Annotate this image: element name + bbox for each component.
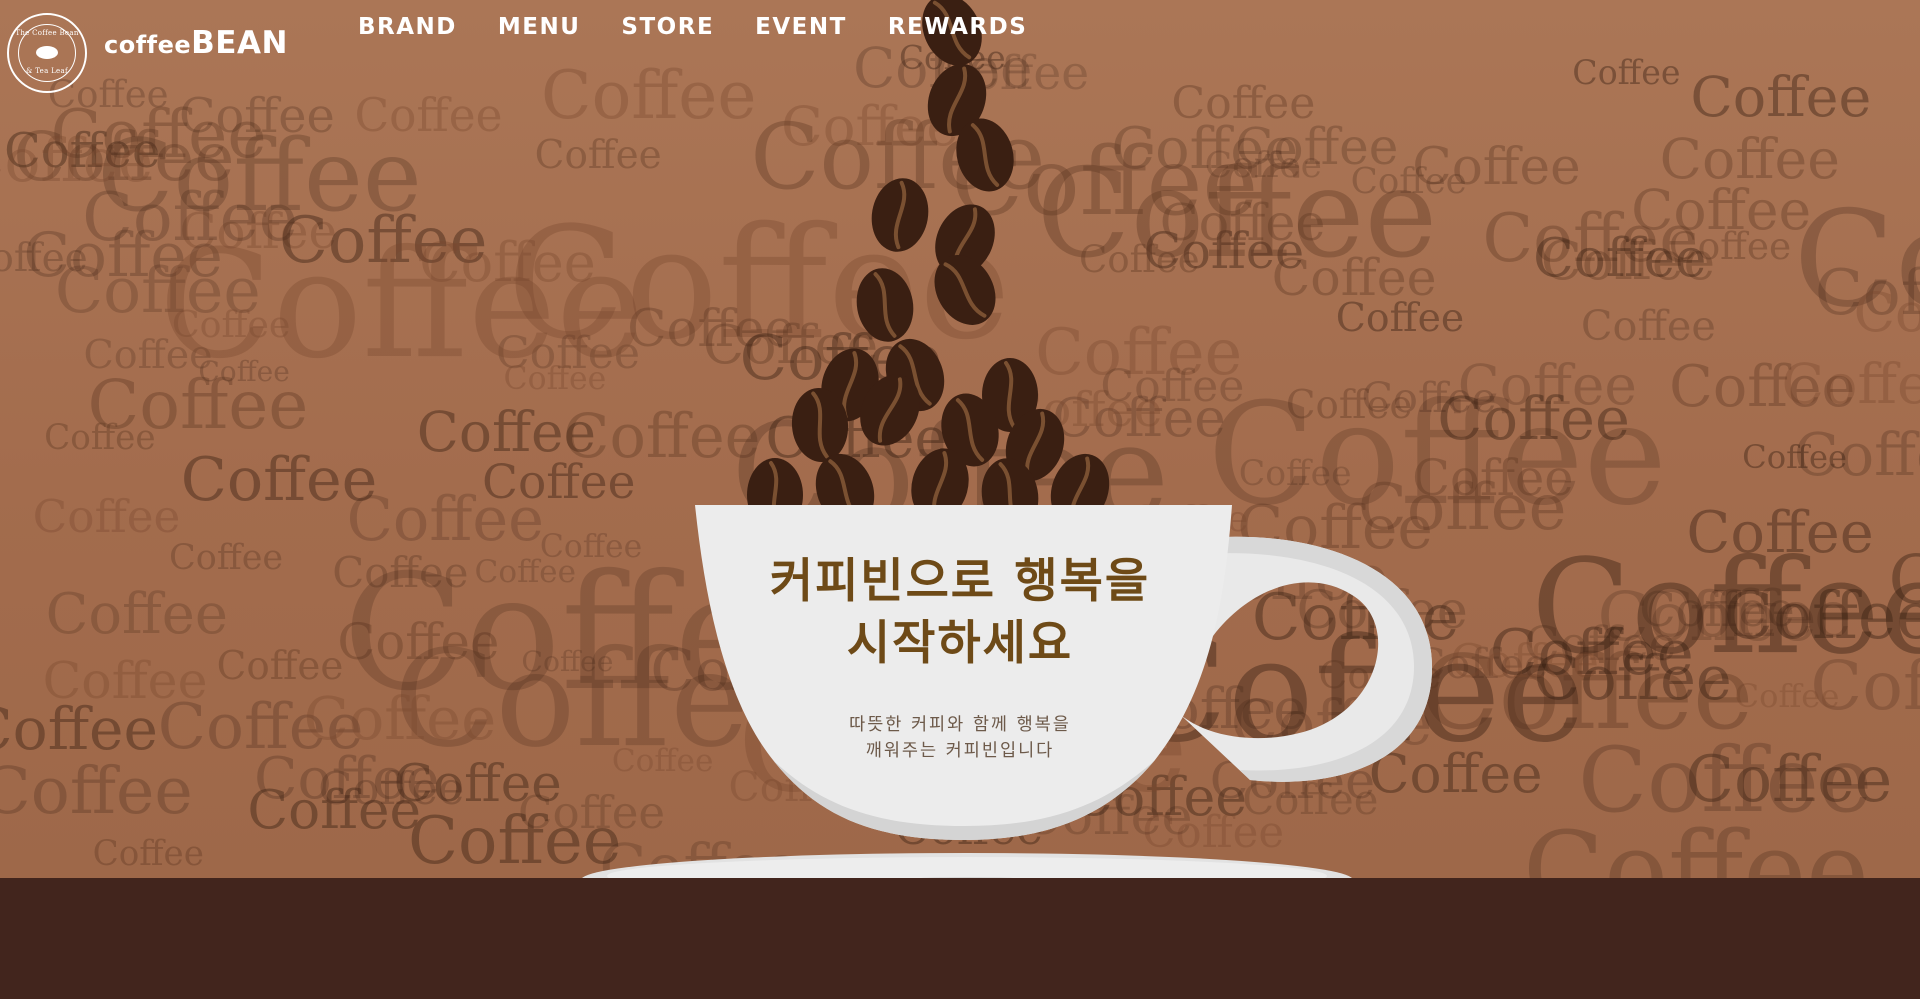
subtext-line-2: 깨워주는 커피빈입니다 — [865, 741, 1055, 761]
bean-icon — [36, 46, 58, 59]
nav-menu[interactable]: MENU — [498, 14, 581, 40]
headline-line-1: 커피빈으로 행복을 — [769, 554, 1151, 609]
seal-text-top: The Coffee Bean — [15, 29, 79, 37]
brand-wordmark-small: coffee — [104, 31, 192, 59]
nav-store[interactable]: STORE — [621, 14, 714, 40]
brand-wordmark-big: BEAN — [191, 25, 288, 61]
dark-floor-band — [0, 878, 1920, 999]
nav-rewards[interactable]: REWARDS — [888, 14, 1027, 40]
site-header: The Coffee Bean & Tea Leaf coffeeBEAN BR… — [0, 0, 1920, 93]
coffee-bean-logo-seal[interactable]: The Coffee Bean & Tea Leaf — [7, 13, 87, 93]
seal-text-bottom: & Tea Leaf — [26, 67, 68, 75]
main-nav: BRAND MENU STORE EVENT REWARDS — [358, 14, 1068, 40]
hero-headline: 커피빈으로 행복을 시작하세요 — [700, 551, 1220, 675]
nav-event[interactable]: EVENT — [755, 14, 847, 40]
headline-line-2: 시작하세요 — [846, 616, 1074, 671]
brand-wordmark[interactable]: coffeeBEAN — [104, 25, 288, 61]
hero-banner: Coffee Coffee Coffee Coffee Coffee Coffee Coff… — [0, 0, 1920, 878]
hero-subtext: 따뜻한 커피와 함께 행복을 깨워주는 커피빈입니다 — [760, 712, 1160, 764]
subtext-line-1: 따뜻한 커피와 함께 행복을 — [849, 715, 1071, 735]
nav-brand[interactable]: BRAND — [358, 14, 457, 40]
